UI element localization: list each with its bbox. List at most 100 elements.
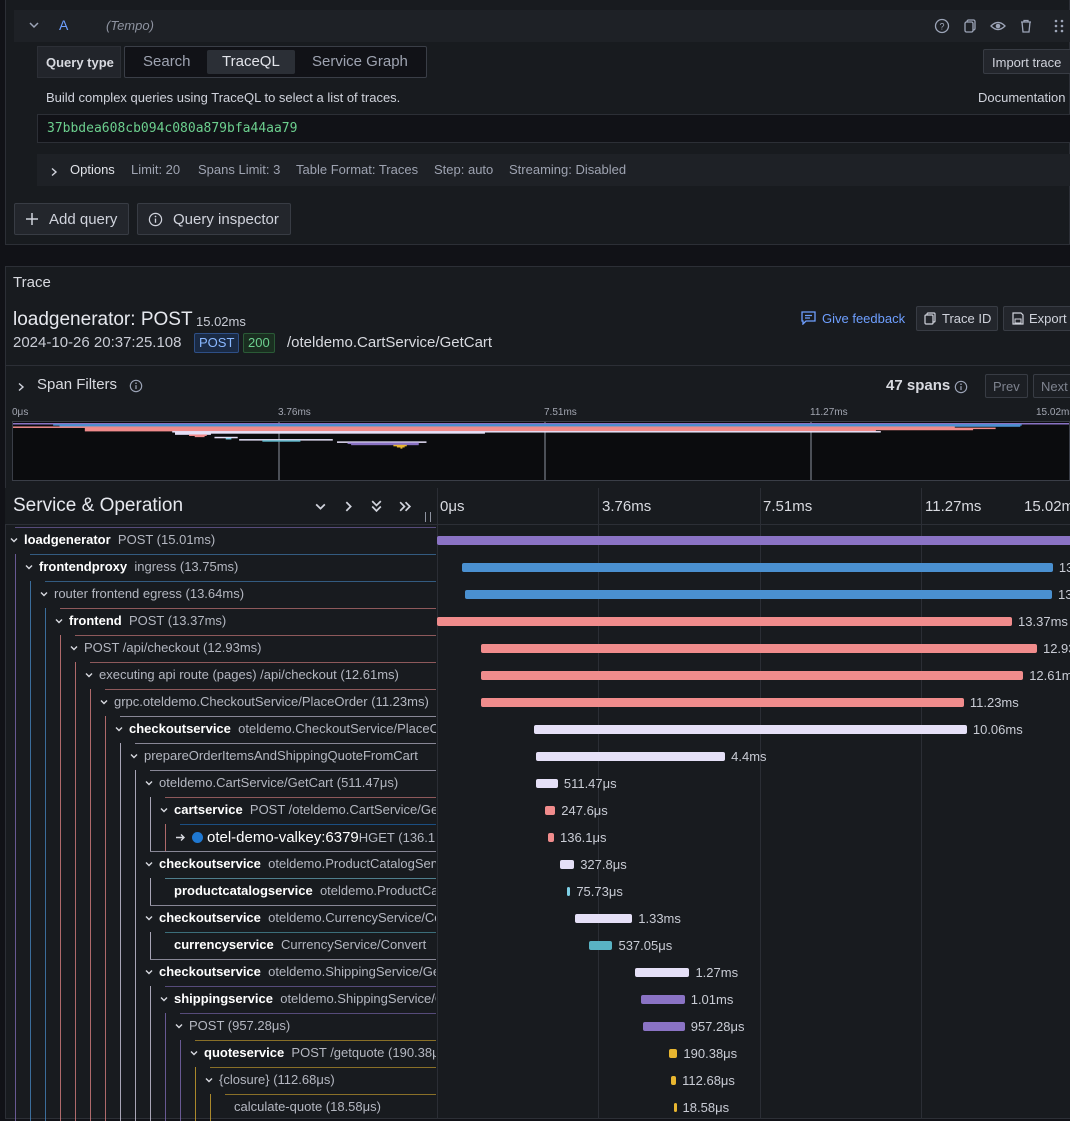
chevron-down-icon[interactable] [204,1073,214,1083]
span-name-cell[interactable]: {closure} (112.68μs) [7,1067,436,1094]
span-row[interactable]: checkoutservice oteldemo.ShippingService… [7,959,1070,986]
span-name-cell[interactable]: checkoutservice oteldemo.ProductCatalogS… [7,851,436,878]
span-bar[interactable] [461,563,1053,572]
column-resize-handle[interactable] [425,512,431,522]
span-name-cell[interactable]: grpc.oteldemo.CheckoutService/PlaceOrder… [7,689,436,716]
span-bar[interactable] [643,1022,685,1031]
give-feedback-link[interactable]: Give feedback [822,311,905,326]
span-row[interactable]: otel-demo-valkey:6379HGET (136.1μs) 136.1… [7,824,1070,851]
span-name-cell[interactable]: checkoutservice oteldemo.CheckoutService… [7,716,436,743]
span-filters-label[interactable]: Span Filters [37,376,117,393]
chevron-down-icon[interactable] [69,641,79,651]
next-button[interactable]: Next [1033,374,1070,398]
span-row[interactable]: executing api route (pages) /api/checkou… [7,662,1070,689]
span-name-cell[interactable]: currencyservice CurrencyService/Convert [7,932,436,959]
span-row[interactable]: calculate-quote (18.58μs) 18.58μs [7,1094,1070,1121]
chevron-down-icon[interactable] [144,965,154,975]
tab-search[interactable]: Search [128,50,206,74]
chevron-down-icon[interactable] [9,533,19,543]
span-row[interactable]: POST (957.28μs) 957.28μs [7,1013,1070,1040]
options-row[interactable]: Options Limit: 20 Spans Limit: 3 Table F… [37,154,1070,186]
span-name-cell[interactable]: checkoutservice oteldemo.CurrencyService… [7,905,436,932]
span-name-cell[interactable]: POST /api/checkout (12.93ms) [7,635,436,662]
span-name-cell[interactable]: prepareOrderItemsAndShippingQuoteFromCar… [7,743,436,770]
span-row[interactable]: router frontend egress (13.64ms) 13.64ms [7,581,1070,608]
span-name-cell[interactable]: executing api route (pages) /api/checkou… [7,662,436,689]
chevron-down-icon[interactable] [84,668,94,678]
span-row[interactable]: checkoutservice oteldemo.CurrencyService… [7,905,1070,932]
span-filters-chevron-icon[interactable] [16,380,26,395]
span-bar[interactable] [480,644,1037,653]
expand-all-icon[interactable] [398,500,412,516]
tab-service-graph[interactable]: Service Graph [297,50,423,74]
documentation-link[interactable]: Documentation [978,90,1065,105]
query-inspector-button[interactable]: Query inspector [137,203,291,235]
chevron-down-icon[interactable] [189,1046,199,1056]
span-bar[interactable] [634,968,690,977]
span-name-cell[interactable]: quoteservice POST /getquote (190.38μs) [7,1040,436,1067]
chevron-down-icon[interactable] [129,749,139,759]
drag-handle-icon[interactable] [1049,16,1069,36]
span-bar[interactable] [671,1076,677,1085]
traceql-query-input[interactable]: 37bbdea608cb094c080a879bfa44aa79 [37,114,1070,143]
chevron-down-icon[interactable] [174,1019,184,1029]
tab-traceql[interactable]: TraceQL [207,50,295,74]
span-bar[interactable] [535,779,558,788]
span-bar[interactable] [437,536,1070,545]
prev-button[interactable]: Prev [985,374,1028,398]
span-name-cell[interactable]: checkoutservice oteldemo.ShippingService… [7,959,436,986]
collapse-chevron-icon[interactable] [28,19,40,31]
help-icon[interactable]: ? [932,16,952,36]
span-bar[interactable] [480,698,964,707]
span-filters-info-icon[interactable] [129,379,143,396]
span-name-cell[interactable]: otel-demo-valkey:6379HGET (136.1μs) [7,824,436,851]
eye-icon[interactable] [988,16,1008,36]
chevron-down-icon[interactable] [159,803,169,813]
span-name-cell[interactable]: POST (957.28μs) [7,1013,436,1040]
span-row[interactable]: prepareOrderItemsAndShippingQuoteFromCar… [7,743,1070,770]
span-bar[interactable] [534,725,967,734]
span-name-cell[interactable]: frontendproxy ingress (13.75ms) [7,554,436,581]
span-bar[interactable] [560,860,575,869]
span-row[interactable]: productcatalogservice oteldemo.ProductCa… [7,878,1070,905]
chevron-down-icon[interactable] [99,695,109,705]
span-bar[interactable] [480,671,1024,680]
chevron-down-icon[interactable] [144,911,154,921]
chevron-down-icon[interactable] [159,992,169,1002]
span-name-cell[interactable]: calculate-quote (18.58μs) [7,1094,436,1121]
duplicate-icon[interactable] [960,16,980,36]
span-bar[interactable] [465,590,1053,599]
span-bar[interactable] [535,752,726,761]
span-row[interactable]: shippingservice oteldemo.ShippingService… [7,986,1070,1013]
chevron-down-icon[interactable] [114,722,124,732]
span-bar[interactable] [641,995,685,1004]
query-ref-id[interactable]: A [59,17,68,33]
chevron-down-icon[interactable] [54,614,64,624]
span-bar[interactable] [673,1103,677,1112]
span-row[interactable]: checkoutservice oteldemo.CheckoutService… [7,716,1070,743]
import-trace-button[interactable]: Import trace [983,49,1070,74]
collapse-all-icon[interactable] [370,499,383,516]
chevron-down-icon[interactable] [24,560,34,570]
span-bar[interactable] [437,617,1013,626]
span-row[interactable]: {closure} (112.68μs) 112.68μs [7,1067,1070,1094]
span-row[interactable]: frontendproxy ingress (13.75ms) 13.75ms [7,554,1070,581]
span-bar[interactable] [669,1049,678,1058]
span-row[interactable]: grpc.oteldemo.CheckoutService/PlaceOrder… [7,689,1070,716]
expand-one-icon[interactable] [342,500,355,516]
span-row[interactable]: currencyservice CurrencyService/Convert 5… [7,932,1070,959]
span-bar[interactable] [575,914,633,923]
span-name-cell[interactable]: router frontend egress (13.64ms) [7,581,436,608]
trace-minimap[interactable] [12,421,1070,481]
span-row[interactable]: quoteservice POST /getquote (190.38μs) 19… [7,1040,1070,1067]
span-name-cell[interactable]: cartservice POST /oteldemo.CartService/G… [7,797,436,824]
chevron-down-icon[interactable] [144,776,154,786]
span-row[interactable]: loadgenerator POST (15.01ms) [7,527,1070,554]
span-row[interactable]: POST /api/checkout (12.93ms) 12.93ms [7,635,1070,662]
span-bar[interactable] [589,941,613,950]
chevron-down-icon[interactable] [39,587,49,597]
export-button[interactable]: Export [1003,306,1070,331]
span-bar[interactable] [566,887,571,896]
span-name-cell[interactable]: frontend POST (13.37ms) [7,608,436,635]
span-name-cell[interactable]: productcatalogservice oteldemo.ProductCa… [7,878,436,905]
